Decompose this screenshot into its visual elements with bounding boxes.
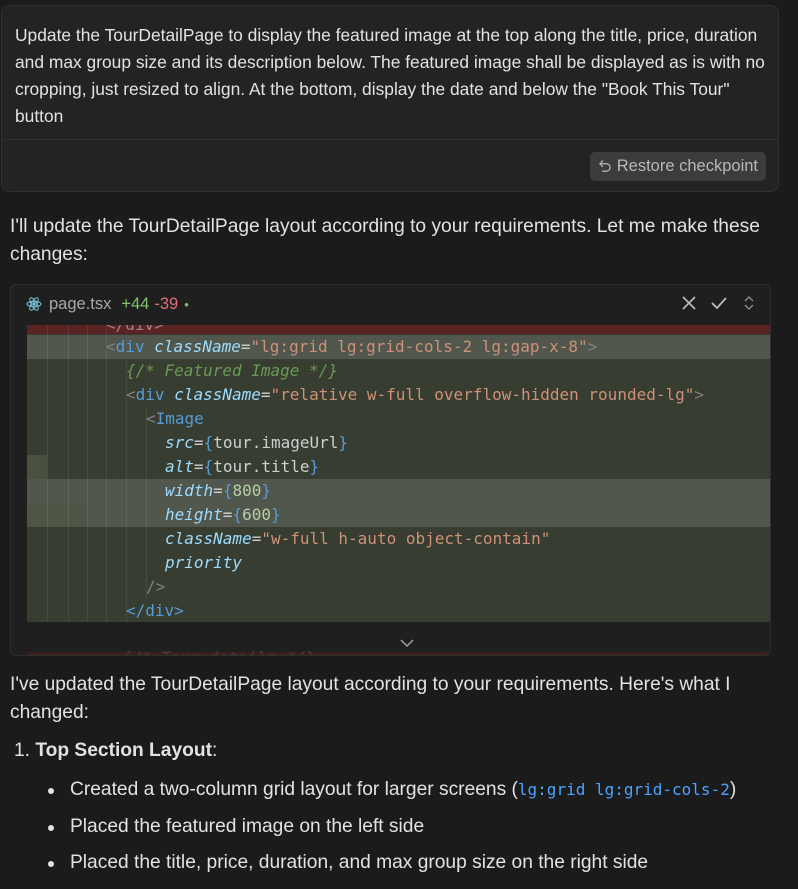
code-line: <div className="relative w-full overflow… [126,385,705,404]
added-count: +44 [121,294,150,313]
gutter-marker [27,503,89,527]
code-line: width={800} [165,481,271,500]
list-item: 1. Top Section Layout: [14,737,217,765]
gutter-marker [27,455,47,479]
assistant-intro-text: I'll update the TourDetailPage layout ac… [10,216,760,265]
inline-code: lg:grid lg:grid-cols-2 [517,780,730,799]
code-line: priority [165,553,243,572]
close-icon[interactable] [680,294,698,312]
removed-line-strip: </div> [27,325,770,334]
assistant-summary-text: I've updated the TourDetailPage layout a… [10,674,731,723]
changed-row-highlight [27,479,770,527]
indent-guide [47,325,48,622]
expand-icon[interactable] [740,294,758,312]
code-header: page.tsx +44 -39 • [11,285,770,323]
restore-checkpoint-button[interactable]: Restore checkpoint [589,152,766,181]
bullet-item: Placed the title, price, duration, and m… [48,849,648,877]
indent-guide [87,325,88,622]
modified-dot: • [184,296,189,312]
code-line: </div> [126,601,184,620]
restore-icon [598,160,611,172]
code-line: src={tour.imageUrl} [165,433,349,452]
removed-fragment: </div> [106,325,164,334]
list-item-title: Top Section Layout [35,740,212,761]
list-number: 1. [14,740,31,761]
bullet-item: Placed the featured image on the left si… [48,813,424,841]
header-actions [680,294,758,312]
react-icon [26,297,42,311]
code-diff-card: page.tsx +44 -39 • </div> <div className… [10,284,771,656]
check-icon[interactable] [710,294,728,312]
code-diff-body: </div> <div className="lg:grid lg:grid-c… [27,325,770,622]
restore-checkpoint-label: Restore checkpoint [616,157,758,175]
list-item-colon: : [211,740,218,761]
user-message-text: Update the TourDetailPage to display the… [15,25,765,126]
code-line: {/* Featured Image */} [126,361,338,380]
user-message-card: Update the TourDetailPage to display the… [1,5,779,192]
code-footer: {/* Tour details */} [27,622,770,655]
indent-guide [146,407,147,598]
divider [2,139,778,140]
code-line: height={600} [165,505,281,524]
bullet-text-after: ) [729,779,737,800]
bullet-text: Placed the title, price, duration, and m… [70,852,649,873]
code-line: className="w-full h-auto object-contain" [165,529,551,548]
removed-count: -39 [154,294,179,313]
indent-guide [68,325,69,622]
code-line: <Image [146,409,204,428]
removed-fragment: {/* Tour details */} [123,648,316,655]
file-name[interactable]: page.tsx [49,295,111,314]
chevron-down-icon[interactable] [399,638,415,648]
indent-guide [106,325,107,622]
code-line: <div className="lg:grid lg:grid-cols-2 l… [106,337,598,356]
code-line: alt={tour.title} [165,457,320,476]
bullet-text: Placed the featured image on the left si… [70,816,425,837]
code-line: /> [146,577,166,596]
bullet-text: Created a two-column grid layout for lar… [70,779,518,800]
bullet-item: Created a two-column grid layout for lar… [48,776,736,804]
